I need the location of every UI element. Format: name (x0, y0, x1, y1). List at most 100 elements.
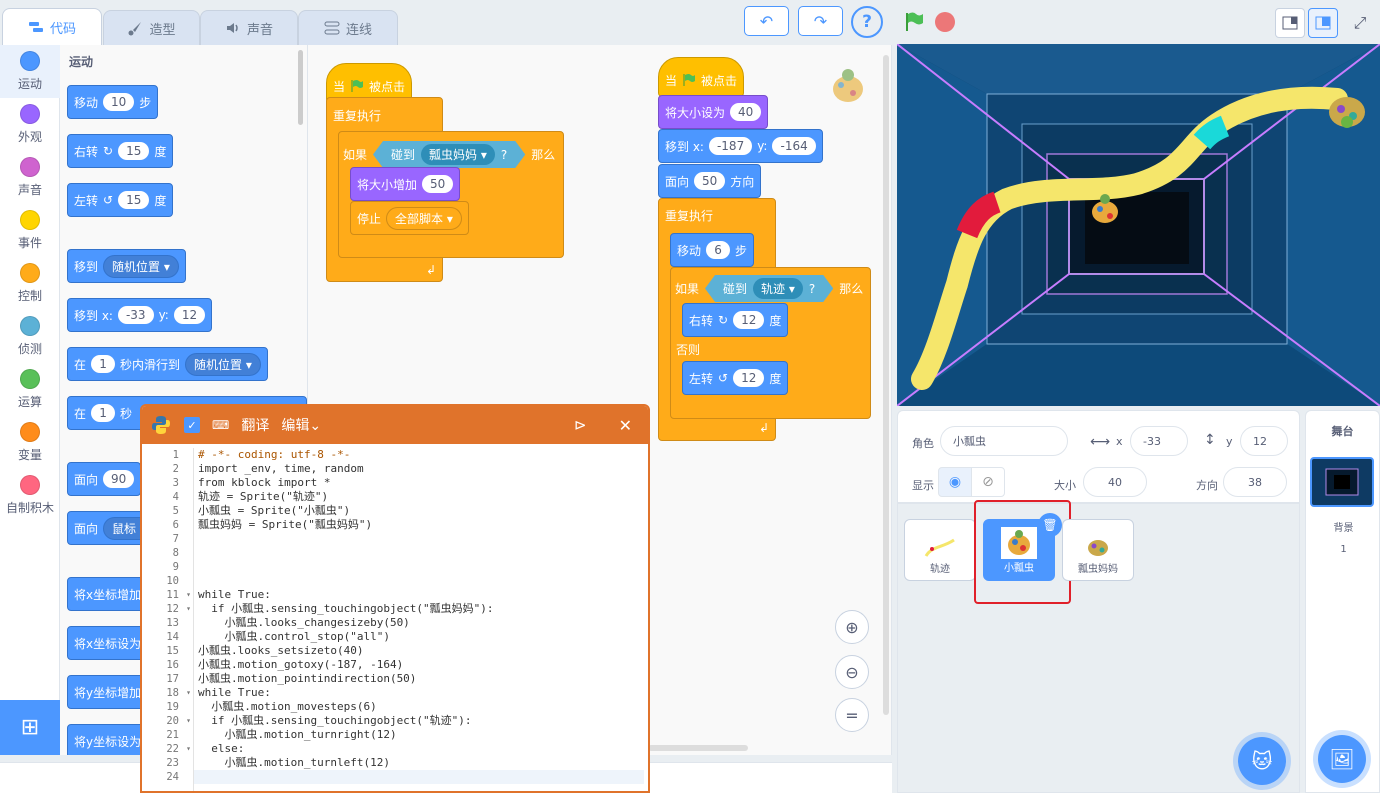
show-visible-button[interactable]: ◉ (938, 467, 972, 497)
tab-code[interactable]: 代码 (2, 8, 102, 45)
block-glide-to[interactable]: 在 1 秒内滑行到 随机位置 (67, 347, 268, 381)
block-stop[interactable]: 停止 全部脚本 (350, 201, 469, 235)
edit-menu[interactable]: 编辑⌄ (281, 415, 321, 435)
code-editor[interactable]: 1 2 3 4 5 6 7 8 9 10 11 ▾ 12 ▾ 13 14 15 16 17 18 ▾ 19 20 ▾ 21 22 ▾… (146, 448, 644, 791)
category-item[interactable]: 外观 (0, 98, 60, 151)
block-input[interactable]: -33 (117, 306, 154, 324)
block-change-size[interactable]: 将大小增加 50 (350, 167, 461, 201)
fold-toggle-icon[interactable]: ▾ (186, 602, 191, 616)
category-item[interactable]: 控制 (0, 257, 60, 310)
block-dropdown[interactable]: 随机位置 (185, 352, 261, 376)
block-set-x[interactable]: 将x坐标设为 (67, 626, 149, 660)
category-item[interactable]: 运算 (0, 363, 60, 416)
fold-toggle-icon[interactable]: ▾ (186, 588, 191, 602)
add-backdrop-button[interactable]: 🖼 (1318, 735, 1366, 783)
fullscreen-button[interactable]: ⤢ (1345, 8, 1375, 38)
block-move-steps-2[interactable]: 移动 6 步 (670, 233, 755, 267)
add-sprite-button[interactable]: 🐱 (1238, 737, 1286, 785)
block-turn-right[interactable]: 右转 ↻ 15 度 (67, 134, 174, 168)
block-move-steps[interactable]: 移动 10 步 (67, 85, 159, 119)
block-turn-left[interactable]: 左转 ↺ 15 度 (67, 183, 174, 217)
size-input[interactable]: 40 (1083, 467, 1147, 497)
script-scrollbar-horizontal[interactable] (648, 745, 748, 751)
backdrop-thumbnail[interactable] (1310, 457, 1374, 507)
touch-target-dropdown[interactable]: 轨迹 (753, 278, 803, 299)
block-input[interactable]: 40 (730, 103, 762, 121)
tab-sound[interactable]: 声音 (200, 10, 298, 45)
block-input[interactable]: 50 (694, 172, 726, 190)
category-item[interactable]: 声音 (0, 151, 60, 204)
touch-target-dropdown[interactable]: 瓢虫妈妈 (421, 144, 495, 165)
block-turn-left-2[interactable]: 左转 ↺ 12 度 (682, 361, 789, 395)
block-input[interactable]: 1 (91, 404, 116, 422)
add-extension-button[interactable]: ⊞ (0, 700, 60, 755)
fold-toggle-icon[interactable]: ▾ (186, 686, 191, 700)
block-input[interactable]: -164 (772, 137, 816, 155)
block-input[interactable]: 12 (733, 311, 765, 329)
stop-dropdown[interactable]: 全部脚本 (386, 206, 462, 230)
category-item[interactable]: 自制积木 (0, 469, 60, 522)
sprite-name-input[interactable]: 小瓢虫 (940, 426, 1068, 456)
block-input[interactable]: -187 (708, 137, 753, 155)
hat-when-flag-clicked-2[interactable]: 当 被点击 (658, 57, 745, 97)
category-label: 变量 (17, 448, 42, 462)
category-item[interactable]: 运动 (0, 45, 60, 98)
touching-condition-2[interactable]: 碰到轨迹? (705, 275, 833, 302)
undo-button[interactable]: ↶ (744, 6, 789, 36)
sprite-item[interactable]: 瓢虫妈妈 (1062, 519, 1134, 581)
block-change-x[interactable]: 将x坐标增加 (67, 577, 149, 611)
block-goto-xy-2[interactable]: 移到 x: -187 y: -164 (658, 129, 823, 163)
block-input[interactable]: 15 (118, 191, 150, 209)
block-goto[interactable]: 移到 随机位置 (67, 249, 186, 283)
block-input[interactable]: 6 (706, 241, 731, 259)
zoom-in-button[interactable]: ⊕ (835, 610, 869, 644)
help-button[interactable]: ? (851, 6, 883, 38)
block-point-direction-2[interactable]: 面向 50 方向 (658, 164, 762, 198)
block-change-y[interactable]: 将y坐标增加 (67, 675, 149, 709)
block-turn-right-2[interactable]: 右转 ↻ 12 度 (682, 303, 789, 337)
redo-button[interactable]: ↷ (798, 6, 843, 36)
block-input[interactable]: 1 (91, 355, 116, 373)
python-code-window[interactable]: ✓ ⌨ 翻译 编辑⌄ ⊳ ✕ 1 2 3 4 5 6 7 8 9 10 11 ▾ 12 ▾ 13 14 15 16… (140, 404, 650, 793)
block-dropdown[interactable]: 随机位置 (103, 254, 179, 278)
direction-input[interactable]: 38 (1223, 467, 1287, 497)
block-input[interactable]: 15 (118, 142, 150, 160)
script-scrollbar-vertical[interactable] (883, 55, 889, 715)
category-item[interactable]: 变量 (0, 416, 60, 469)
fold-toggle-icon[interactable]: ▾ (186, 714, 191, 728)
block-input[interactable]: 12 (733, 369, 765, 387)
large-stage-button[interactable] (1308, 8, 1338, 38)
code-line: else: (198, 742, 245, 755)
palette-scrollbar[interactable] (298, 50, 303, 125)
block-point-direction[interactable]: 面向 90 (67, 462, 142, 496)
category-item[interactable]: 侦测 (0, 310, 60, 363)
zoom-reset-button[interactable]: = (835, 698, 869, 732)
touching-condition[interactable]: 碰到瓢虫妈妈? (373, 141, 525, 168)
translate-button[interactable]: 翻译 (241, 415, 269, 435)
sprite-info-panel: 角色 小瓢虫 ⟷ x -33 ↕ y 12 显示 ◉ ⊘ 大小 40 方向 38 (897, 410, 1300, 503)
block-input[interactable]: 90 (103, 470, 135, 488)
block-input[interactable]: 12 (173, 306, 206, 324)
stage-canvas[interactable] (897, 44, 1380, 406)
category-item[interactable]: 事件 (0, 204, 60, 257)
y-input[interactable]: 12 (1240, 426, 1288, 456)
stop-icon[interactable] (935, 12, 955, 32)
block-set-size[interactable]: 将大小设为 40 (658, 95, 769, 129)
close-icon[interactable]: ✕ (619, 416, 632, 435)
green-flag-icon[interactable] (903, 11, 925, 33)
show-hidden-button[interactable]: ⊘ (971, 467, 1005, 497)
block-input[interactable]: 50 (422, 175, 454, 193)
fold-toggle-icon[interactable]: ▾ (186, 742, 191, 756)
tab-costume[interactable]: 造型 (103, 10, 200, 45)
run-button[interactable]: ⊳ (574, 416, 587, 434)
small-stage-button[interactable] (1275, 8, 1305, 38)
block-goto-xy[interactable]: 移到 x: -33 y: 12 (67, 298, 213, 332)
block-input[interactable]: 10 (103, 93, 135, 111)
x-input[interactable]: -33 (1130, 426, 1188, 456)
zoom-out-button[interactable]: ⊖ (835, 655, 869, 689)
block-set-y[interactable]: 将y坐标设为 (67, 724, 149, 755)
sprite-item[interactable]: 轨迹 (904, 519, 976, 581)
line-number: 11 (166, 589, 179, 601)
sync-checkbox[interactable]: ✓ (184, 417, 200, 433)
tab-connect[interactable]: 连线 (298, 10, 398, 45)
